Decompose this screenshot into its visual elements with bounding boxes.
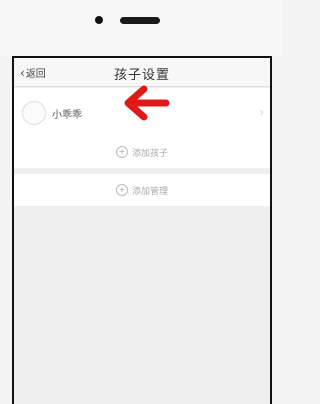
add-child-label: 添加孩子 bbox=[131, 148, 168, 159]
phone-bezel bbox=[0, 0, 282, 56]
page-title: 孩子设置 bbox=[113, 68, 170, 83]
camera-icon bbox=[95, 16, 103, 24]
avatar bbox=[22, 101, 46, 125]
app-screen: ‹ 返回 孩子设置 小乖乖 › + 添加孩子 + 添加管理 bbox=[12, 56, 272, 404]
add-guardian-button[interactable]: + 添加管理 bbox=[14, 174, 270, 206]
chevron-right-icon: › bbox=[259, 105, 264, 119]
plus-circle-icon: + bbox=[115, 184, 128, 196]
red-arrow-annotation bbox=[124, 85, 170, 121]
plus-circle-icon: + bbox=[115, 146, 128, 158]
add-guardian-label: 添加管理 bbox=[131, 186, 168, 197]
speaker-grille bbox=[120, 17, 160, 24]
child-name: 小乖乖 bbox=[52, 110, 82, 121]
add-child-button[interactable]: + 添加孩子 bbox=[14, 140, 270, 164]
